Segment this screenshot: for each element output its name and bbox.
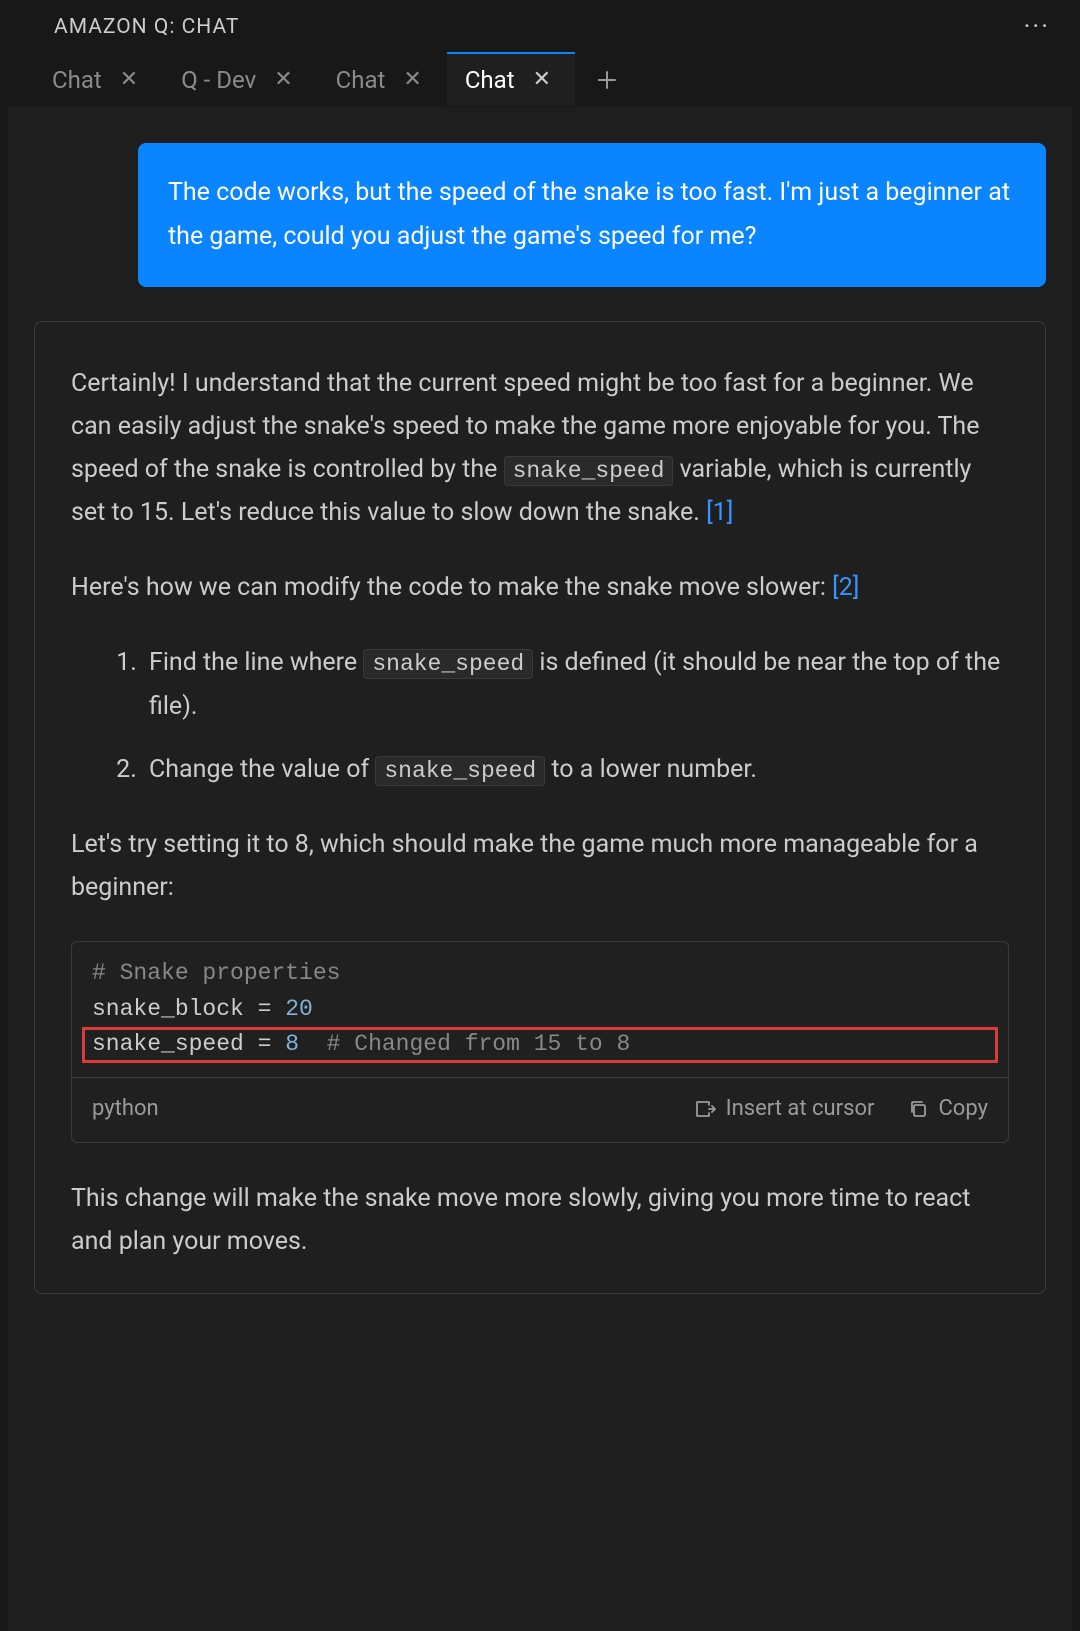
tab-bar: Chat ✕ Q - Dev ✕ Chat ✕ Chat ✕ (0, 54, 1080, 107)
assistant-paragraph: Certainly! I understand that the current… (71, 362, 1009, 535)
panel-title: AMAZON Q: CHAT (54, 15, 239, 39)
list-item: Find the line where snake_speed is defin… (143, 641, 1009, 728)
tab-chat-1[interactable]: Chat ✕ (34, 54, 163, 106)
close-icon[interactable]: ✕ (120, 69, 138, 91)
assistant-message: Certainly! I understand that the current… (34, 321, 1046, 1294)
tab-label: Chat (465, 66, 515, 94)
code-language-label: python (92, 1090, 159, 1128)
tab-label: Q - Dev (181, 66, 256, 94)
highlighted-code-line: snake_speed = 8 # Changed from 15 to 8 (82, 1027, 998, 1063)
code-token: snake_block (92, 996, 258, 1022)
code-comment: # Snake properties (92, 960, 340, 986)
user-message: The code works, but the speed of the sna… (138, 143, 1046, 287)
button-label: Copy (938, 1090, 988, 1128)
inline-code: snake_speed (504, 456, 674, 486)
insert-at-cursor-button[interactable]: Insert at cursor (694, 1090, 875, 1128)
tab-label: Chat (52, 66, 102, 94)
button-label: Insert at cursor (726, 1090, 875, 1128)
code-token: 20 (271, 996, 312, 1022)
panel-header: AMAZON Q: CHAT ··· (0, 0, 1080, 54)
code-token: = (258, 996, 272, 1022)
tab-q-dev[interactable]: Q - Dev ✕ (163, 54, 317, 106)
inline-code: snake_speed (363, 649, 533, 679)
close-icon[interactable]: ✕ (533, 69, 551, 91)
code-actions: Insert at cursor Copy (694, 1090, 988, 1128)
tab-chat-2[interactable]: Chat ✕ (318, 54, 447, 106)
tab-chat-3[interactable]: Chat ✕ (447, 54, 576, 106)
code-content[interactable]: # Snake properties snake_block = 20 snake_… (72, 942, 1008, 1077)
copy-icon (908, 1099, 928, 1119)
chat-scroll-area[interactable]: The code works, but the speed of the sna… (8, 107, 1072, 1631)
assistant-paragraph: Here's how we can modify the code to mak… (71, 566, 1009, 609)
inline-code: snake_speed (375, 756, 545, 786)
code-footer: python Insert at cursor Copy (72, 1077, 1008, 1142)
close-icon[interactable]: ✕ (403, 69, 421, 91)
code-token: = (258, 1031, 272, 1057)
citation-link[interactable]: [2] (832, 573, 859, 602)
more-actions-icon[interactable]: ··· (1024, 14, 1050, 40)
code-block: # Snake properties snake_block = 20 snake_… (71, 941, 1009, 1143)
text: Change the value of (149, 755, 375, 784)
close-icon[interactable]: ✕ (274, 69, 292, 91)
assistant-paragraph: Let's try setting it to 8, which should … (71, 823, 1009, 909)
add-tab-button[interactable] (576, 59, 638, 101)
assistant-paragraph: This change will make the snake move mor… (71, 1177, 1009, 1263)
plus-icon (596, 69, 618, 91)
insert-icon (694, 1099, 716, 1119)
code-comment: # Changed from 15 to 8 (299, 1031, 630, 1057)
text: Find the line where (149, 648, 363, 677)
code-token: 8 (271, 1031, 299, 1057)
text: Here's how we can modify the code to mak… (71, 573, 832, 602)
citation-link[interactable]: [1] (706, 498, 733, 527)
amazon-q-chat-panel: AMAZON Q: CHAT ··· Chat ✕ Q - Dev ✕ Chat… (0, 0, 1080, 1631)
list-item: Change the value of snake_speed to a low… (143, 748, 1009, 792)
code-token: snake_speed (92, 1031, 258, 1057)
copy-button[interactable]: Copy (908, 1090, 988, 1128)
tab-label: Chat (336, 66, 386, 94)
text: to a lower number. (545, 755, 757, 784)
instruction-list: Find the line where snake_speed is defin… (71, 641, 1009, 791)
